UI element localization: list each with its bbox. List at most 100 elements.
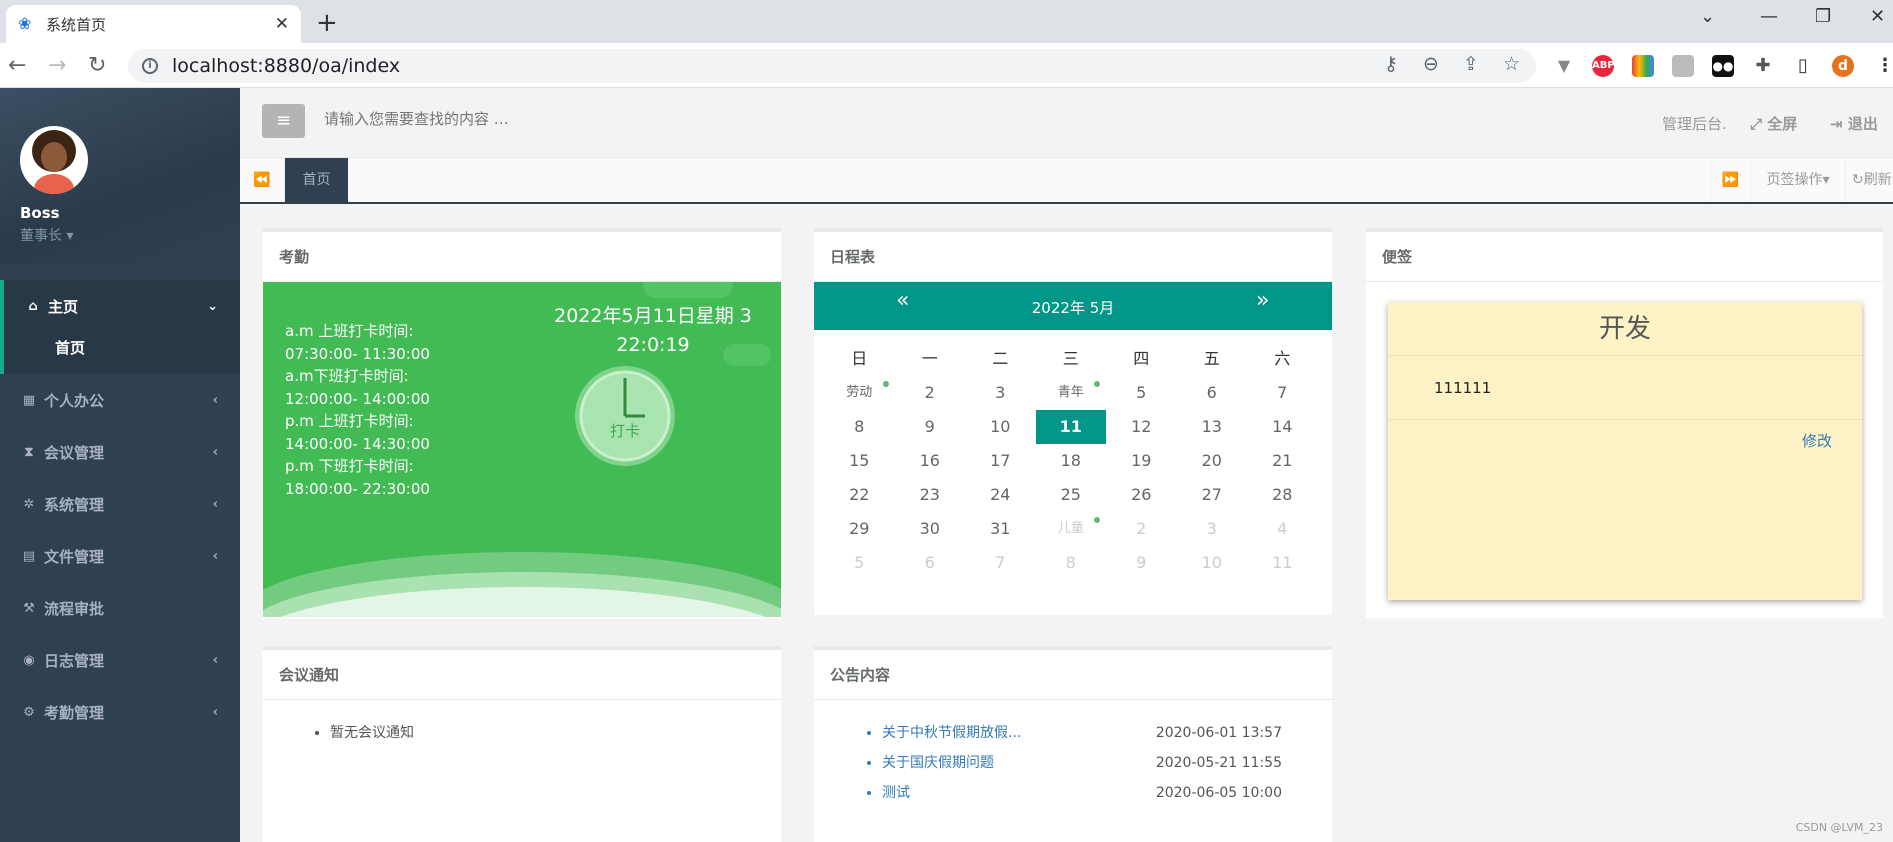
avatar[interactable] [20,126,88,194]
new-tab-icon[interactable]: + [316,8,338,38]
calendar-day[interactable]: 2 [1106,512,1177,546]
calendar-day[interactable]: 7 [1247,376,1318,410]
tab-operations-dropdown[interactable]: 页签操作▾ [1750,158,1845,202]
calendar-day[interactable]: 21 [1247,444,1318,478]
calendar-day[interactable]: 28 [1247,478,1318,512]
calendar-day[interactable]: 19 [1106,444,1177,478]
calendar-day[interactable]: 2 [895,376,966,410]
panel-title: 日程表 [814,232,1332,282]
calendar-day-today[interactable]: 11 [1035,410,1106,444]
calendar-day[interactable]: 15 [824,444,895,478]
calendar-day[interactable]: 14 [1247,410,1318,444]
calendar-day[interactable]: 青年 [1036,376,1107,410]
vue-extension-icon[interactable]: ▼ [1553,55,1575,77]
zoom-icon[interactable]: ⊖ [1423,53,1439,75]
calendar-day[interactable]: 17 [965,444,1036,478]
announcement-item[interactable]: 关于中秋节假期放假...2020-06-01 13:57 [882,718,1282,748]
edit-note-link[interactable]: 修改 [1802,430,1832,451]
calendar-day[interactable]: 6 [895,546,966,580]
sidepanel-icon[interactable]: ▯ [1792,55,1814,77]
tabs-scroll-right-button[interactable]: ⏩ [1710,158,1750,202]
key-icon[interactable]: ⚷ [1384,53,1398,75]
close-tab-icon[interactable]: ✕ [275,14,289,34]
calendar-day[interactable]: 4 [1247,512,1318,546]
fullscreen-button[interactable]: ⤢ 全屏 [1750,113,1797,134]
calendar-day[interactable]: 16 [895,444,966,478]
calendar-day[interactable]: 30 [895,512,966,546]
calendar-day[interactable]: 8 [824,410,895,444]
url-text[interactable]: localhost:8880/oa/index [172,55,400,77]
sidebar-item-attendance[interactable]: ⚙ 考勤管理 ‹ [0,686,240,738]
calendar-day[interactable]: 11 [1247,546,1318,580]
tab-search-icon[interactable]: ⌄ [1700,6,1715,27]
calendar-day[interactable]: 9 [895,410,966,444]
calendar-day[interactable]: 13 [1177,410,1248,444]
calendar-day[interactable]: 20 [1177,444,1248,478]
search-input[interactable] [324,110,824,128]
admin-link[interactable]: 管理后台. [1662,113,1727,134]
weekday-row: 日 一 二 三 四 五 六 [851,349,1291,368]
clock-in-button[interactable]: 打卡 [573,364,677,468]
restore-icon[interactable]: ❐ [1815,6,1831,27]
calendar-day[interactable]: 23 [895,478,966,512]
sidebar-item-workflow[interactable]: ⚒ 流程审批 [0,582,240,634]
sidebar-item-home[interactable]: ⌂ 主页 ⌄ [0,280,240,332]
reload-icon[interactable]: ↻ [88,53,106,78]
calendar-day[interactable]: 10 [1177,546,1248,580]
calendar-day[interactable]: 3 [965,376,1036,410]
sidebar-item-personal[interactable]: ▦ 个人办公 ‹ [0,374,240,426]
sidebar-item-system[interactable]: ✲ 系统管理 ‹ [0,478,240,530]
calendar-day[interactable]: 25 [1036,478,1107,512]
announcement-item[interactable]: 测试2020-06-05 10:00 [882,778,1282,808]
menu-toggle-button[interactable]: ≡ [262,104,305,138]
abp-extension-icon[interactable]: ABP [1592,55,1615,77]
calendar-day[interactable]: 7 [965,546,1036,580]
chevron-left-icon: ‹ [212,392,218,408]
calendar-day[interactable]: 6 [1177,376,1248,410]
tampermonkey-extension-icon[interactable]: ●● [1712,55,1734,77]
calendar-day[interactable]: 劳动 [824,376,895,410]
calendar-day[interactable]: 3 [1177,512,1248,546]
calendar-day[interactable]: 9 [1106,546,1177,580]
colorzilla-extension-icon[interactable] [1632,55,1654,77]
calendar-day[interactable]: 27 [1177,478,1248,512]
refresh-tab-button[interactable]: ↻刷新 [1845,158,1893,202]
star-icon[interactable]: ☆ [1503,53,1520,75]
announcement-item[interactable]: 关于国庆假期问题2020-05-21 11:55 [882,748,1282,778]
user-role-dropdown[interactable]: 董事长 ▾ [20,225,240,245]
calendar-day[interactable]: 18 [1036,444,1107,478]
browser-menu-icon[interactable]: ⋮ [1874,55,1893,77]
sidebar-item-file[interactable]: ▤ 文件管理 ‹ [0,530,240,582]
extension-badge-icon[interactable] [1672,55,1694,77]
calendar-day[interactable]: 8 [1036,546,1107,580]
calendar-day[interactable]: 10 [965,410,1036,444]
info-icon[interactable]: i [142,58,158,74]
cloud-decoration [643,282,733,298]
calendar-day[interactable]: 29 [824,512,895,546]
profile-avatar[interactable]: d [1832,55,1854,77]
back-icon[interactable]: ← [8,53,26,78]
calendar-day[interactable]: 26 [1106,478,1177,512]
home-icon: ⌂ [28,298,38,314]
share-icon[interactable]: ⇪ [1463,53,1479,75]
calendar-day[interactable]: 31 [965,512,1036,546]
minimize-icon[interactable]: — [1760,6,1778,27]
calendar-day[interactable]: 12 [1106,410,1177,444]
puzzle-icon[interactable]: ✚ [1752,55,1774,77]
tabs-scroll-left-button[interactable]: ⏪ [240,158,285,202]
omnibox[interactable]: i localhost:8880/oa/index [128,49,1536,83]
calendar-day[interactable]: 5 [824,546,895,580]
sidebar-subitem-home[interactable]: 首页 [0,332,240,374]
sidebar-item-log[interactable]: ◉ 日志管理 ‹ [0,634,240,686]
sidebar-item-meeting[interactable]: ⧗ 会议管理 ‹ [0,426,240,478]
next-month-icon[interactable]: » [1256,288,1269,313]
tab-home[interactable]: 首页 [285,158,348,202]
calendar-day[interactable]: 24 [965,478,1036,512]
close-window-icon[interactable]: ✕ [1870,6,1885,27]
calendar-day[interactable]: 儿童 [1036,512,1107,546]
browser-tab[interactable]: ❀ 系统首页 ✕ [6,5,301,43]
logout-button[interactable]: ⇥ 退出 [1830,113,1878,134]
forward-icon[interactable]: → [48,53,66,78]
calendar-day[interactable]: 5 [1106,376,1177,410]
calendar-day[interactable]: 22 [824,478,895,512]
